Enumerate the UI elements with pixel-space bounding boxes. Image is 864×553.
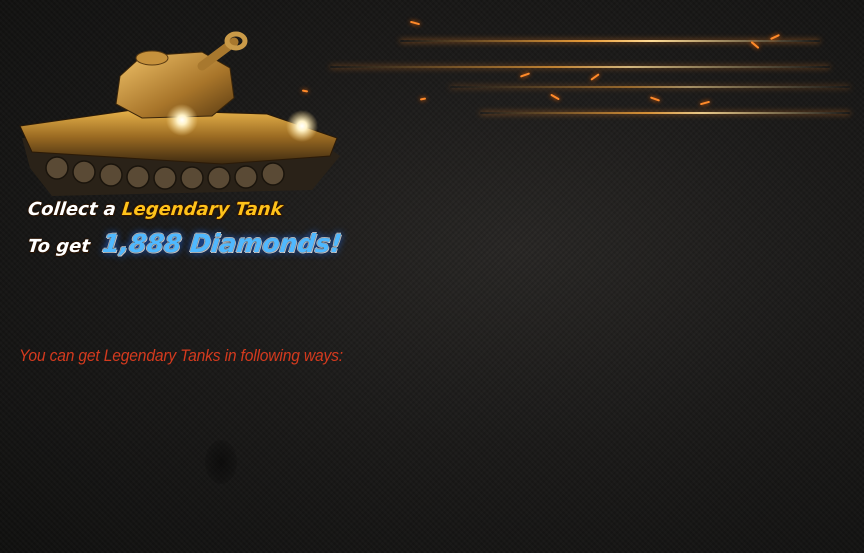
fire-streaks-decoration [290,0,864,140]
promo-diamonds-amount: 1,888 Diamonds! [101,229,344,258]
tank-icon [19,31,340,196]
promo-to-get-text: To get [26,236,92,257]
promo-headline-line1: Collect a Legendary Tank [27,199,284,220]
promo-legendary-tank-text: Legendary Tank [120,199,284,220]
promo-headline-line2: To get 1,888 Diamonds! [26,229,344,258]
promo-collect-text: Collect a [26,199,117,220]
ways-info-text: You can get Legendary Tanks in following… [19,346,343,365]
background-smudge [205,440,237,484]
